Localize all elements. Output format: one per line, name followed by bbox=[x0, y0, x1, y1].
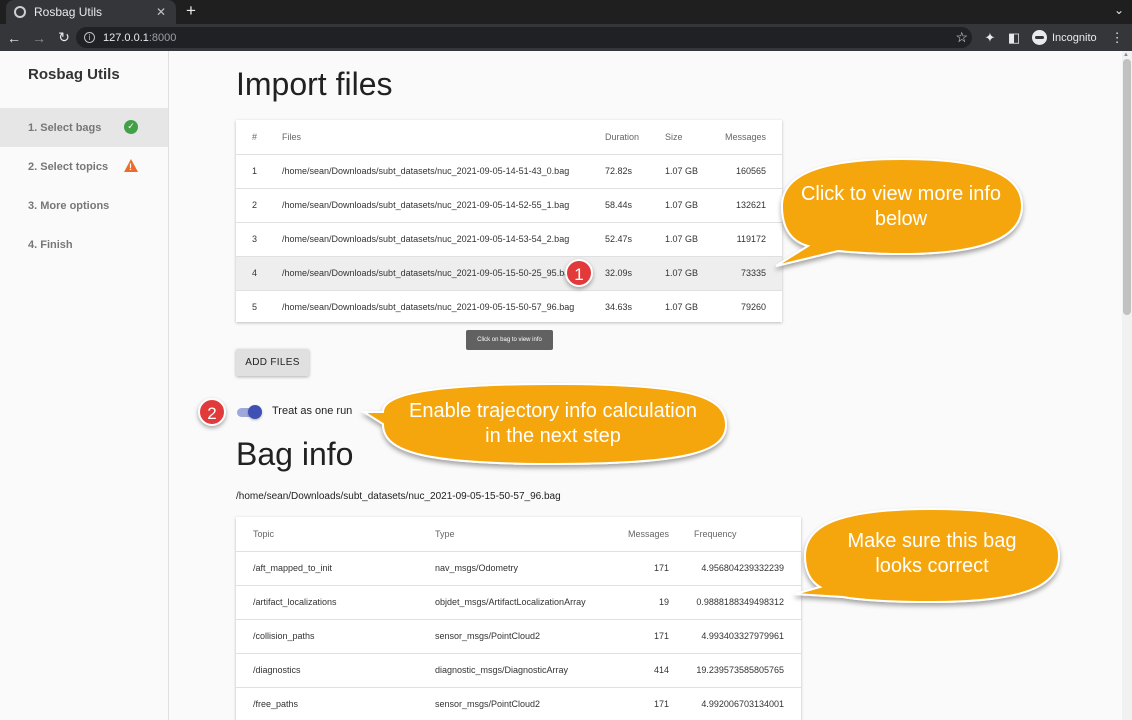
new-tab-button[interactable]: + bbox=[182, 2, 200, 20]
url-host: 127.0.0.1 bbox=[103, 31, 149, 44]
browser-toolbar: ← → ↻ i 127.0.0.1:8000 ☆ ✦ ◧ Incognito ⋮ bbox=[0, 24, 1132, 51]
reload-icon[interactable]: ↻ bbox=[53, 27, 75, 49]
callout-text-1: Click to view more info below bbox=[800, 183, 1002, 230]
url-port: :8000 bbox=[148, 31, 177, 44]
step-badge-2: 2 bbox=[198, 398, 226, 426]
page: Rosbag Utils 1. Select bags ✓ 2. Select … bbox=[0, 51, 1132, 720]
star-icon[interactable]: ☆ bbox=[955, 29, 968, 45]
incognito-label: Incognito bbox=[1052, 31, 1097, 44]
scrollbar[interactable]: ▲ bbox=[1122, 51, 1132, 720]
close-icon[interactable]: ✕ bbox=[154, 5, 168, 19]
browser-tab[interactable]: Rosbag Utils ✕ bbox=[6, 0, 176, 24]
step-badge-1: 1 bbox=[565, 259, 593, 287]
tab-title: Rosbag Utils bbox=[34, 5, 103, 19]
puzzle-icon[interactable]: ✦ bbox=[982, 30, 998, 46]
callout-text-2: Enable trajectory info calculation in th… bbox=[409, 400, 697, 447]
back-arrow-icon[interactable]: ← bbox=[3, 27, 25, 49]
scrollbar-thumb[interactable] bbox=[1123, 59, 1131, 315]
scroll-up-arrow-icon[interactable]: ▲ bbox=[1123, 52, 1129, 58]
callout-text-3: Make sure this bag looks correct bbox=[847, 530, 1017, 577]
chevron-down-icon[interactable]: ⌄ bbox=[1114, 3, 1124, 17]
globe-icon bbox=[14, 6, 26, 18]
address-bar[interactable]: i 127.0.0.1:8000 ☆ bbox=[76, 27, 972, 48]
annotation-callouts bbox=[360, 157, 1061, 604]
browser-tab-strip: Rosbag Utils ✕ + ⌄ bbox=[0, 0, 1132, 24]
incognito-icon bbox=[1032, 30, 1047, 45]
incognito-profile[interactable]: Incognito bbox=[1032, 30, 1097, 45]
menu-icon[interactable]: ⋮ bbox=[1111, 30, 1124, 46]
info-icon[interactable]: i bbox=[84, 32, 95, 43]
side-panel-icon[interactable]: ◧ bbox=[1006, 30, 1022, 46]
forward-arrow-icon[interactable]: → bbox=[28, 27, 50, 49]
